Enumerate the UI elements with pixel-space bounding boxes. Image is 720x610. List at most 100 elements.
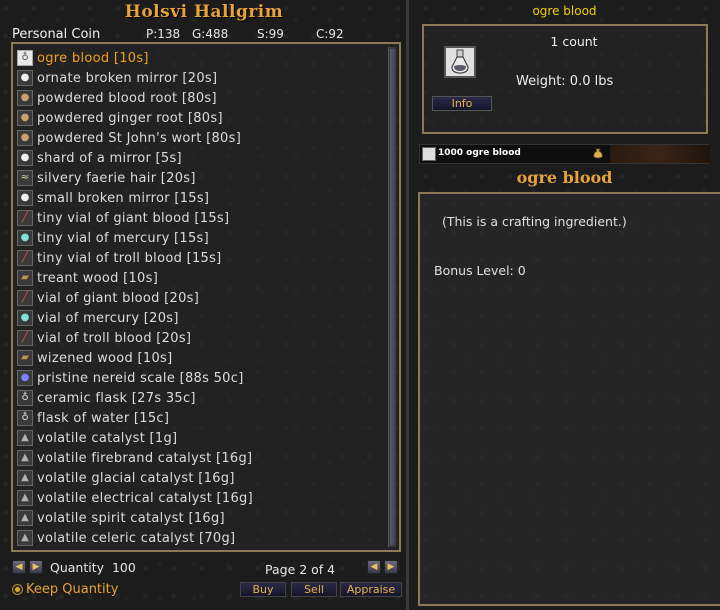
list-item-label: wizened wood [10s]: [37, 350, 173, 366]
personal-coin-label: Personal Coin: [12, 27, 101, 42]
mercury-icon: ●: [17, 230, 33, 246]
quantity-value[interactable]: 100: [112, 560, 136, 575]
list-item[interactable]: ≈ silvery faerie hair [20s]: [17, 168, 387, 188]
catalyst-icon: ▲: [17, 470, 33, 486]
list-item[interactable]: ▲ volatile spirit catalyst [16g]: [17, 508, 387, 528]
list-item-label: tiny vial of mercury [15s]: [37, 230, 209, 246]
powder-icon: ●: [17, 110, 33, 126]
list-item[interactable]: ● vial of mercury [20s]: [17, 308, 387, 328]
item-info-box: 1 count Weight: 0.0 lbs Info: [422, 24, 708, 134]
stack-bar-decoration: [610, 145, 710, 163]
vial-icon: [451, 49, 469, 74]
list-item[interactable]: ▰ treant wood [10s]: [17, 268, 387, 288]
list-item-label: volatile electrical catalyst [16g]: [37, 490, 253, 506]
page-prev-button[interactable]: ◀: [367, 560, 381, 574]
list-item[interactable]: ● powdered St John's wort [80s]: [17, 128, 387, 148]
description-heading: ogre blood: [516, 168, 613, 187]
list-item[interactable]: ▰ wizened wood [10s]: [17, 348, 387, 368]
quantity-label: Quantity: [50, 560, 105, 575]
description-box: (This is a crafting ingredient.) Bonus L…: [418, 192, 720, 606]
quantity-display: Quantity 100: [50, 560, 136, 575]
item-list: ♁ ogre blood [10s] ● ornate broken mirror […: [11, 42, 401, 552]
bonus-level: Bonus Level: 0: [434, 263, 526, 278]
list-item-label: small broken mirror [15s]: [37, 190, 210, 206]
list-item[interactable]: ♁ ceramic flask [27s 35c]: [17, 388, 387, 408]
flask-icon: ♁: [17, 390, 33, 406]
list-item-label: tiny vial of troll blood [15s]: [37, 250, 222, 266]
list-item[interactable]: ♁ flask of water [15c]: [17, 408, 387, 428]
catalyst-icon: ▲: [17, 510, 33, 526]
list-item-label: volatile spirit catalyst [16g]: [37, 510, 225, 526]
catalyst-icon: ▲: [17, 530, 33, 546]
copper-value: C:92: [316, 27, 344, 41]
catalyst-icon: ▲: [17, 450, 33, 466]
list-item[interactable]: ● shard of a mirror [5s]: [17, 148, 387, 168]
list-item[interactable]: ▲ volatile celeric catalyst [70g]: [17, 528, 387, 548]
item-icon-slot[interactable]: [444, 46, 476, 78]
info-button[interactable]: Info: [432, 96, 492, 111]
personal-coin-row: Personal Coin P:138 G:488 S:99 C:92: [12, 27, 402, 43]
list-item[interactable]: ● powdered ginger root [80s]: [17, 108, 387, 128]
hair-icon: ≈: [17, 170, 33, 186]
list-item[interactable]: ╱ vial of troll blood [20s]: [17, 328, 387, 348]
list-item[interactable]: ▲ volatile glacial catalyst [16g]: [17, 468, 387, 488]
list-item-label: silvery faerie hair [20s]: [37, 170, 196, 186]
catalyst-icon: ▲: [17, 430, 33, 446]
list-item-label: treant wood [10s]: [37, 270, 159, 286]
list-item-label: vial of giant blood [20s]: [37, 290, 200, 306]
coin-bag-icon: [593, 148, 603, 159]
merchant-panel: Holsvi Hallgrim Personal Coin P:138 G:48…: [0, 0, 408, 610]
list-item[interactable]: ╱ tiny vial of troll blood [15s]: [17, 248, 387, 268]
list-scrollbar[interactable]: [388, 47, 396, 547]
silver-value: S:99: [257, 27, 284, 41]
list-item-label: ceramic flask [27s 35c]: [37, 390, 196, 406]
page-next-button[interactable]: ▶: [384, 560, 398, 574]
list-item-label: volatile celeric catalyst [70g]: [37, 530, 236, 546]
list-item[interactable]: ♁ ogre blood [10s]: [17, 48, 387, 68]
list-item[interactable]: ● small broken mirror [15s]: [17, 188, 387, 208]
keep-quantity-toggle[interactable]: Keep Quantity: [12, 582, 118, 597]
item-weight: Weight: 0.0 lbs: [516, 74, 614, 89]
buy-button[interactable]: Buy: [240, 582, 286, 597]
detail-window-title: ogre blood: [532, 4, 597, 18]
list-item-label: powdered ginger root [80s]: [37, 110, 223, 126]
list-item[interactable]: ▲ volatile firebrand catalyst [16g]: [17, 448, 387, 468]
appraise-button[interactable]: Appraise: [340, 582, 402, 597]
wood-icon: ▰: [17, 350, 33, 366]
list-item-label: tiny vial of giant blood [15s]: [37, 210, 230, 226]
item-detail-panel: ogre blood 1 count Weight: 0.0 lbs Info …: [409, 0, 720, 610]
keep-quantity-checkbox[interactable]: [12, 584, 23, 595]
list-item-label: vial of troll blood [20s]: [37, 330, 192, 346]
powder-icon: ●: [17, 90, 33, 106]
stack-text: 1000 ogre blood: [438, 148, 521, 158]
list-item[interactable]: ╱ vial of giant blood [20s]: [17, 288, 387, 308]
list-item-label: pristine nereid scale [88s 50c]: [37, 370, 244, 386]
sell-button[interactable]: Sell: [291, 582, 337, 597]
scrollbar-thumb[interactable]: [390, 49, 396, 545]
quantity-increase-button[interactable]: ▶: [29, 560, 43, 574]
quantity-decrease-button[interactable]: ◀: [12, 560, 26, 574]
list-item-label: powdered blood root [80s]: [37, 90, 217, 106]
item-description: (This is a crafting ingredient.): [442, 214, 627, 229]
red-vial-icon: ╱: [17, 330, 33, 346]
list-item[interactable]: ● pristine nereid scale [88s 50c]: [17, 368, 387, 388]
inventory-stack-bar[interactable]: 1000 ogre blood: [419, 144, 710, 164]
stack-vial-icon: [422, 147, 436, 161]
list-item[interactable]: ● ornate broken mirror [20s]: [17, 68, 387, 88]
page-indicator: Page 2 of 4: [265, 562, 336, 577]
list-item-label: volatile catalyst [1g]: [37, 430, 178, 446]
list-item-label: ogre blood [10s]: [37, 50, 149, 66]
flask-icon: ♁: [17, 410, 33, 426]
mirror-icon: ●: [17, 70, 33, 86]
red-vial-icon: ╱: [17, 250, 33, 266]
list-item[interactable]: ▲ volatile electrical catalyst [16g]: [17, 488, 387, 508]
list-item[interactable]: ● tiny vial of mercury [15s]: [17, 228, 387, 248]
list-item[interactable]: ● powdered blood root [80s]: [17, 88, 387, 108]
list-item[interactable]: ▲ volatile catalyst [1g]: [17, 428, 387, 448]
list-item[interactable]: ╱ tiny vial of giant blood [15s]: [17, 208, 387, 228]
mirror-icon: ●: [17, 190, 33, 206]
vial-icon: ♁: [17, 50, 33, 66]
gold-value: G:488: [192, 27, 229, 41]
list-item-label: volatile glacial catalyst [16g]: [37, 470, 235, 486]
list-item-label: powdered St John's wort [80s]: [37, 130, 242, 146]
